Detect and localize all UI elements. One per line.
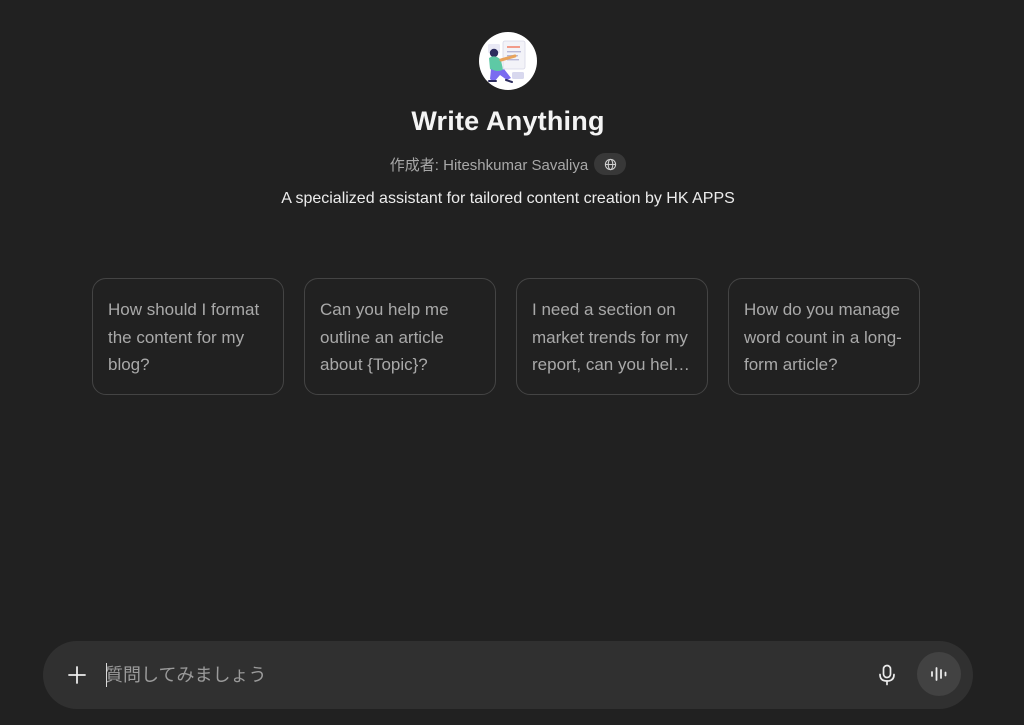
starter-text: Can you help me outline an article about… [320,300,449,374]
globe-icon [604,158,616,170]
author-website-button[interactable] [594,153,627,175]
starter-card[interactable]: Can you help me outline an article about… [304,278,496,395]
conversation-starters: How should I format the content for my b… [92,278,920,395]
attach-button[interactable] [64,662,90,688]
starter-text: How do you manage word count in a long-f… [744,300,902,374]
starter-text: How should I format the content for my b… [108,300,260,374]
prompt-input[interactable] [105,661,845,689]
dictate-button[interactable] [874,662,900,688]
voice-mode-button[interactable] [917,652,961,696]
message-composer [43,641,973,709]
starter-card[interactable]: How do you manage word count in a long-f… [728,278,920,395]
starter-card[interactable]: How should I format the content for my b… [92,278,284,395]
plus-icon [68,666,86,684]
author-row: 作成者: Hiteshkumar Savaliya [0,153,1016,175]
voice-mode-icon [931,667,947,681]
gpt-description: A specialized assistant for tailored con… [281,190,735,207]
microphone-icon [879,664,895,686]
starter-card[interactable]: I need a section on market trends for my… [516,278,708,395]
writer-illustration-icon [488,40,526,83]
gpt-title: Write Anything [411,106,605,136]
starter-text: I need a section on market trends for my… [532,300,688,374]
text-caret [106,663,107,687]
gpt-avatar [479,32,537,90]
gpt-landing-page: Write Anything 作成者: Hiteshkumar Savaliya… [0,0,1024,725]
author-name: 作成者: Hiteshkumar Savaliya [389,156,589,174]
